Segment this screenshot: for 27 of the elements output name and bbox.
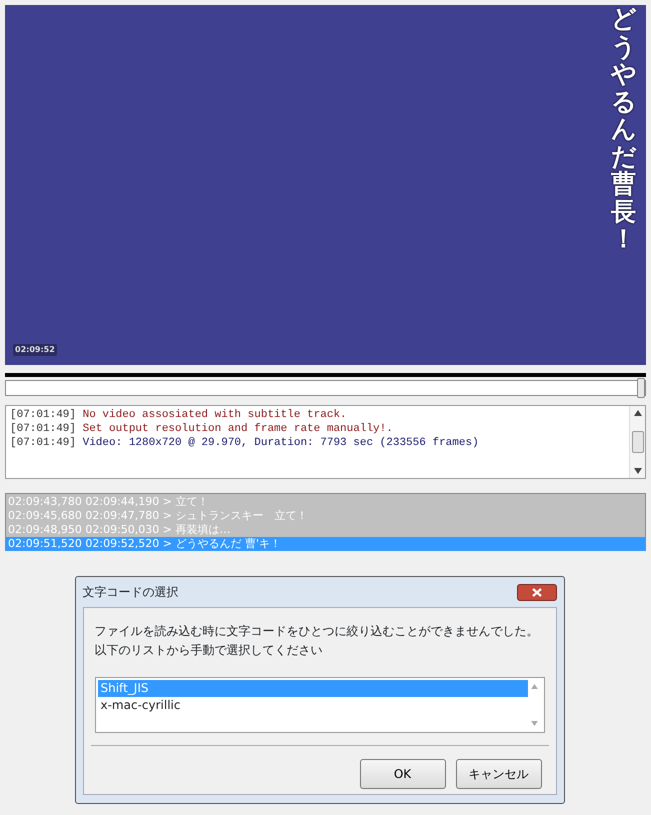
log-time: [07:01:49] <box>10 408 76 422</box>
log-time: [07:01:49] <box>10 436 76 450</box>
scrollbar[interactable] <box>629 406 645 478</box>
encoding-item[interactable]: Shift_JIS <box>98 680 528 697</box>
close-icon <box>532 588 542 596</box>
encoding-item[interactable]: x-mac-cyrillic <box>98 697 528 714</box>
log-message: No video assosiated with subtitle track. <box>82 408 347 422</box>
ok-button[interactable]: OK <box>360 759 446 789</box>
subtitle-row[interactable]: 02:09:48,950 02:09:50,030 > 再装填は… <box>6 523 645 537</box>
dialog-title: 文字コードの選択 <box>82 584 178 601</box>
close-button[interactable] <box>516 584 556 600</box>
subtitle-row[interactable]: 02:09:43,780 02:09:44,190 > 立て！ <box>6 495 645 509</box>
message-text: ファイルを読み込む時に文字コードをひとつに絞り込むことができませんでした。 <box>94 623 540 640</box>
subtitle-row[interactable]: 02:09:45,680 02:09:47,780 > シュトランスキー 立て！ <box>6 509 645 523</box>
subtitle-text: どうやるんだ曹長！ <box>611 5 636 252</box>
scroll-down-icon[interactable] <box>634 468 642 474</box>
scroll-thumb[interactable] <box>632 431 644 453</box>
message-text: 以下のリストから手動で選択してください <box>94 642 324 659</box>
scroll-up-icon[interactable] <box>634 410 642 416</box>
seek-track[interactable] <box>5 380 646 396</box>
subtitle-row[interactable]: 02:09:51,520 02:09:52,520 > どうやるんだ 曹'キ！ <box>6 537 645 551</box>
seek-thumb[interactable] <box>637 378 645 398</box>
cancel-button[interactable]: キャンセル <box>456 759 542 789</box>
log-message: Set output resolution and frame rate manually!. <box>82 422 393 436</box>
timecode-label: 02:09:52 <box>13 344 57 356</box>
log-time: [07:01:49] <box>10 422 76 436</box>
log-message: Video: 1280x720 @ 29.970, Duration: 7793 sec (233556 frames) <box>82 436 479 450</box>
